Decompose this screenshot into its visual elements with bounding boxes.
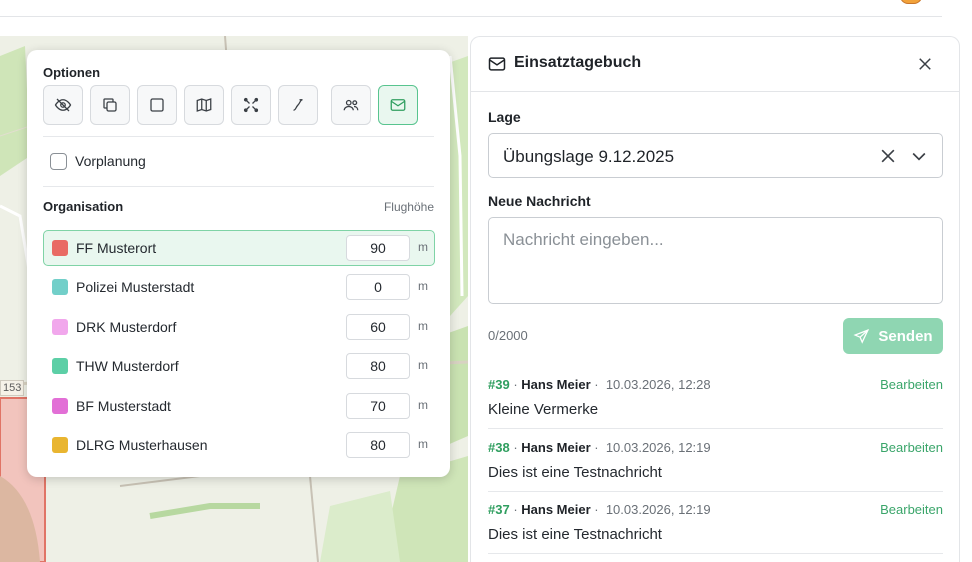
entry-author: Hans Meier — [521, 502, 591, 517]
organisation-row[interactable]: FF Musterort 90 m — [43, 230, 435, 266]
entry-message: Dies ist eine Testnachricht — [488, 463, 662, 481]
map-icon — [196, 98, 212, 112]
edit-link[interactable]: Bearbeiten — [880, 440, 943, 455]
entry-timestamp: 10.03.2026, 12:28 — [605, 377, 711, 392]
entry-meta: #38 · Hans Meier · 10.03.2026, 12:19 — [488, 439, 711, 455]
entry-timestamp: 10.03.2026, 12:19 — [605, 502, 711, 517]
avatar[interactable] — [900, 0, 922, 4]
character-counter: 0/2000 — [488, 328, 528, 343]
options-title: Optionen — [43, 65, 101, 80]
square-icon — [150, 98, 164, 112]
divider — [43, 136, 434, 137]
edit-link[interactable]: Bearbeiten — [880, 502, 943, 517]
vorplanung-checkbox[interactable] — [50, 153, 67, 170]
organisation-row[interactable]: DRK Musterdorf 60 m — [43, 309, 435, 345]
organisation-name: BF Musterstadt — [76, 397, 171, 414]
height-unit: m — [418, 437, 428, 451]
organisation-name: THW Musterdorf — [76, 358, 179, 375]
entry-number: #39 — [488, 377, 510, 392]
flight-height-input[interactable]: 90 — [346, 235, 410, 261]
diary-title: Einsatztagebuch — [514, 54, 642, 71]
organisation-row[interactable]: Polizei Musterstadt 0 m — [43, 269, 435, 305]
chevron-down-icon[interactable] — [909, 146, 929, 166]
expand-button[interactable] — [231, 85, 271, 125]
map-label: 153 — [0, 380, 25, 396]
layers-copy-icon — [103, 98, 117, 112]
hide-layers-button[interactable] — [43, 85, 83, 125]
mail-icon — [390, 99, 406, 111]
clear-icon[interactable] — [878, 146, 898, 166]
entry-number: #37 — [488, 502, 510, 517]
vorplanung-label: Vorplanung — [75, 153, 146, 169]
organisation-color-swatch — [52, 318, 68, 335]
users-icon — [343, 99, 359, 111]
mail-icon — [488, 57, 506, 71]
entry-number: #38 — [488, 439, 510, 455]
height-unit: m — [418, 318, 428, 333]
organisation-name: DRK Musterdorf — [76, 318, 177, 335]
send-icon — [853, 328, 870, 344]
entry-message: Kleine Vermerke — [488, 401, 599, 418]
path-curve-icon — [293, 99, 303, 111]
map-layer-button[interactable] — [184, 85, 224, 125]
send-label: Senden — [878, 327, 933, 345]
diary-entry: #37 · Hans Meier · 10.03.2026, 12:19 Bear… — [488, 492, 943, 554]
diary-entry: #38 · Hans Meier · 10.03.2026, 12:19 Bear… — [488, 430, 943, 492]
options-panel: Optionen Vorplanung Organisation Flughöh… — [27, 50, 450, 477]
organisation-row[interactable]: THW Musterdorf 80 m — [43, 348, 435, 384]
organisation-color-swatch — [52, 358, 68, 375]
close-button[interactable] — [912, 51, 938, 77]
organisation-color-swatch — [52, 279, 68, 296]
diary-entry: #39 · Hans Meier · 10.03.2026, 12:28 Bear… — [488, 367, 943, 429]
flight-height-input[interactable]: 0 — [346, 274, 410, 301]
height-unit: m — [418, 279, 428, 294]
area-button[interactable] — [137, 85, 177, 125]
divider — [43, 186, 434, 187]
flight-height-input[interactable]: 80 — [346, 432, 410, 458]
lage-select[interactable]: Übungslage 9.12.2025 — [488, 133, 943, 178]
eye-off-icon — [54, 98, 72, 112]
height-unit: m — [418, 240, 428, 254]
organisation-row[interactable]: DLRG Musterhausen 80 m — [43, 427, 435, 463]
organisation-name: FF Musterort — [76, 240, 157, 256]
flight-height-input[interactable]: 60 — [346, 313, 410, 340]
height-unit: m — [418, 397, 428, 412]
units-button[interactable] — [331, 85, 371, 125]
entry-message: Dies ist eine Testnachricht — [488, 526, 662, 543]
close-icon — [919, 58, 931, 70]
height-unit: m — [418, 358, 428, 373]
organisation-row[interactable]: BF Musterstadt 70 m — [43, 388, 435, 424]
entry-timestamp: 10.03.2026, 12:19 — [605, 439, 711, 455]
top-divider — [0, 16, 942, 17]
send-button[interactable]: Senden — [843, 318, 943, 354]
entry-author: Hans Meier — [521, 377, 591, 392]
entry-author: Hans Meier — [521, 439, 591, 455]
organisation-name: DLRG Musterhausen — [76, 437, 208, 453]
message-label: Neue Nachricht — [488, 193, 591, 209]
diary-panel: Einsatztagebuch Lage Übungslage 9.12.202… — [470, 36, 960, 562]
diary-header: Einsatztagebuch — [471, 37, 959, 92]
copy-layers-button[interactable] — [90, 85, 130, 125]
organisation-title: Organisation — [43, 199, 124, 214]
edit-link[interactable]: Bearbeiten — [880, 377, 943, 392]
lage-label: Lage — [488, 109, 521, 125]
message-input[interactable]: Nachricht eingeben... — [488, 217, 943, 304]
entry-meta: #39 · Hans Meier · 10.03.2026, 12:28 — [488, 377, 711, 392]
flight-height-input[interactable]: 80 — [346, 353, 410, 380]
arrows-expand-icon — [243, 97, 259, 113]
flight-height-title: Flughöhe — [383, 200, 434, 214]
diary-button[interactable] — [378, 85, 418, 125]
organisation-color-swatch — [52, 240, 68, 256]
top-bar — [0, 0, 972, 36]
organisation-color-swatch — [52, 397, 68, 414]
route-button[interactable] — [278, 85, 318, 125]
entry-meta: #37 · Hans Meier · 10.03.2026, 12:19 — [488, 502, 711, 517]
lage-value: Übungslage 9.12.2025 — [503, 147, 675, 166]
organisation-color-swatch — [52, 437, 68, 453]
organisation-name: Polizei Musterstadt — [76, 279, 195, 296]
flight-height-input[interactable]: 70 — [346, 392, 410, 419]
